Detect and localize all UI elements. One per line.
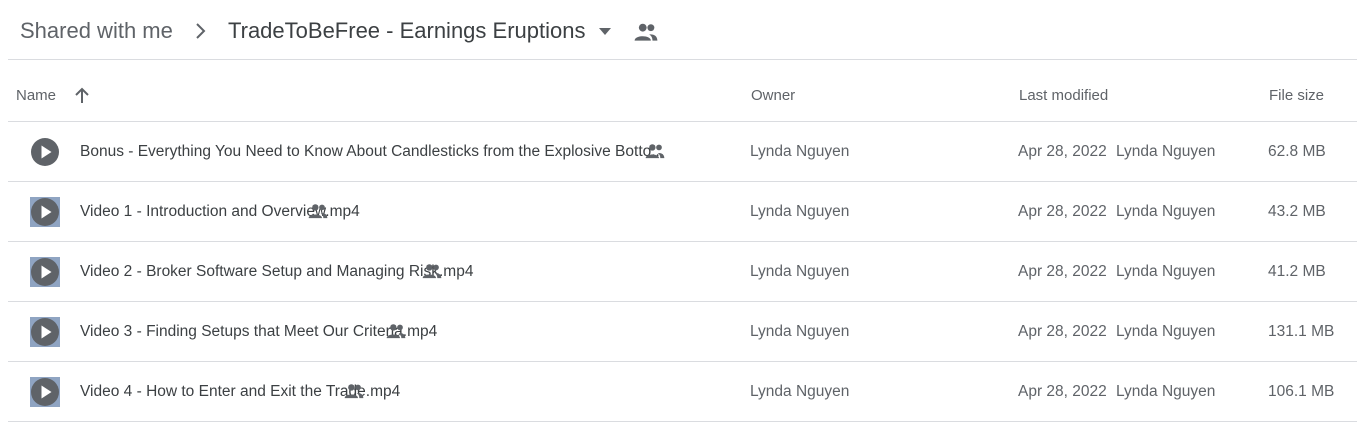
column-header-last-modified[interactable]: Last modified [1019,87,1108,105]
file-size: 106.1 MB [1268,383,1335,400]
file-modified-by: Lynda Nguyen [1116,263,1216,280]
chevron-right-icon [196,23,206,39]
breadcrumb-current-folder[interactable]: TradeToBeFree - Earnings Eruptions [228,17,585,45]
column-header-file-size[interactable]: File size [1269,87,1324,105]
file-row[interactable]: Video 3 - Finding Setups that Meet Our C… [8,302,1357,362]
file-modified-date: Apr 28, 2022 [1018,263,1107,280]
file-name[interactable]: Video 2 - Broker Software Setup and Mana… [80,263,473,281]
file-size: 62.8 MB [1268,143,1326,160]
file-size: 131.1 MB [1268,323,1335,340]
video-play-icon [31,138,59,166]
breadcrumb-shared-with-me[interactable]: Shared with me [20,17,173,45]
file-size: 43.2 MB [1268,203,1326,220]
file-list-header: Name Owner Last modified File size [8,61,1357,122]
file-modified-date: Apr 28, 2022 [1018,383,1107,400]
file-row[interactable]: Video 2 - Broker Software Setup and Mana… [8,242,1357,302]
file-modified-by: Lynda Nguyen [1116,203,1216,220]
video-thumbnail-icon [30,257,60,287]
video-thumbnail-icon [30,377,60,407]
video-thumbnail-icon [30,317,60,347]
file-modified-date: Apr 28, 2022 [1018,323,1107,340]
file-owner: Lynda Nguyen [750,263,850,280]
shared-icon [344,384,364,399]
file-row[interactable]: Video 1 - Introduction and Overview.mp4 L… [8,182,1357,242]
file-name[interactable]: Bonus - Everything You Need to Know Abou… [80,143,664,161]
shared-icon [308,204,328,219]
file-modified-date: Apr 28, 2022 [1018,143,1107,160]
file-list: Name Owner Last modified File size Bonus… [8,61,1357,422]
shared-icon [386,324,406,339]
file-name[interactable]: Video 3 - Finding Setups that Meet Our C… [80,323,437,341]
file-owner: Lynda Nguyen [750,323,850,340]
file-modified-by: Lynda Nguyen [1116,143,1216,160]
file-modified-date: Apr 28, 2022 [1018,203,1107,220]
file-size: 41.2 MB [1268,263,1326,280]
file-row[interactable]: Bonus - Everything You Need to Know Abou… [8,122,1357,182]
file-owner: Lynda Nguyen [750,383,850,400]
file-owner: Lynda Nguyen [750,143,850,160]
file-owner: Lynda Nguyen [750,203,850,220]
shared-folder-icon[interactable] [633,22,659,42]
video-thumbnail-icon [30,197,60,227]
file-modified-by: Lynda Nguyen [1116,323,1216,340]
shared-icon [422,264,442,279]
shared-icon [645,144,665,159]
column-header-name[interactable]: Name [16,87,56,105]
arrow-up-icon[interactable] [72,86,92,106]
column-header-owner: Owner [751,87,796,104]
breadcrumb-bar: Shared with me TradeToBeFree - Earnings … [8,0,1357,60]
caret-down-icon[interactable] [597,25,613,37]
file-modified-by: Lynda Nguyen [1116,383,1216,400]
file-row[interactable]: Video 4 - How to Enter and Exit the Trad… [8,362,1357,422]
